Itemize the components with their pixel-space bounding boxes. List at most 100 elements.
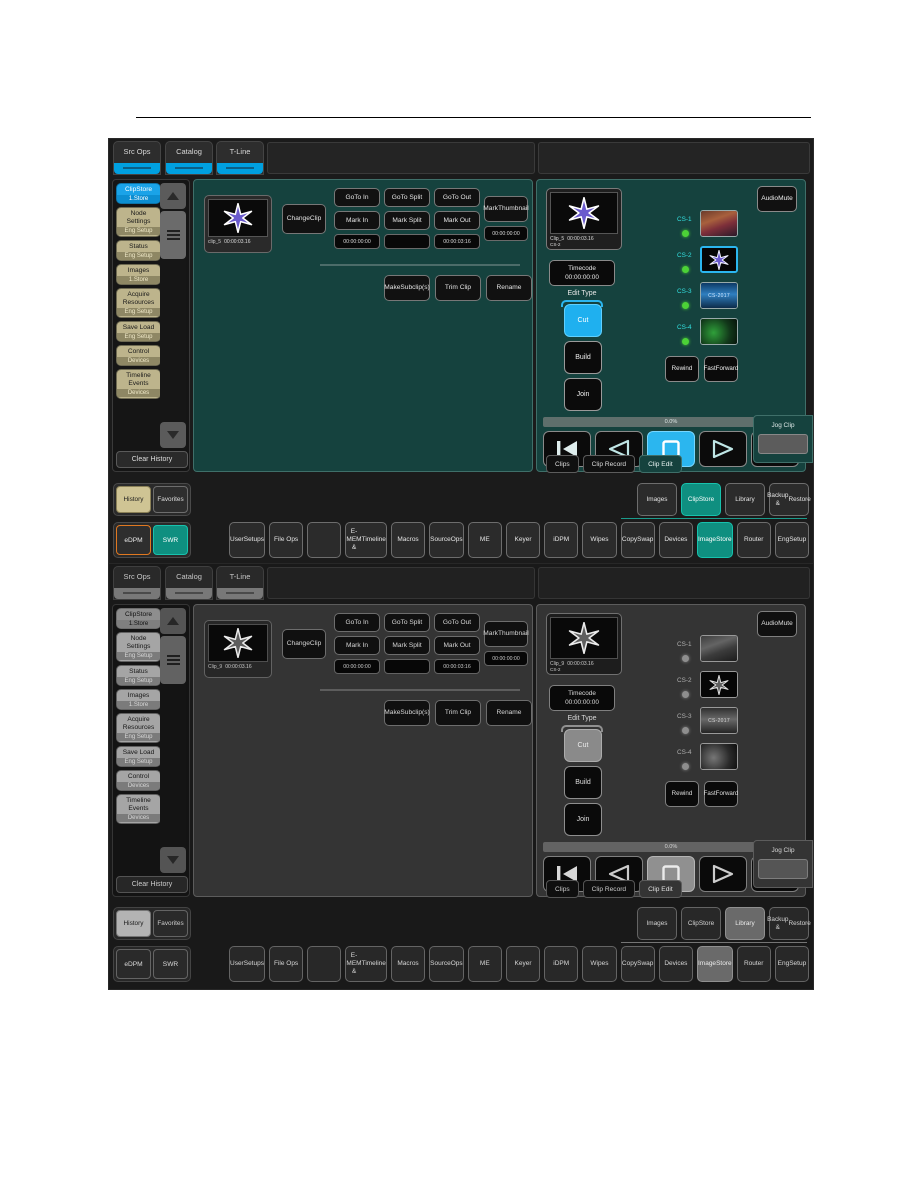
menu-copy-swap-button[interactable]: Copy Swap xyxy=(620,522,655,558)
mark-out-value-field[interactable]: 00:00:03:16 xyxy=(434,659,480,674)
menu-source-ops-button[interactable]: Source Ops xyxy=(429,522,464,558)
history-item-clipstore[interactable]: ClipStore 1.Store xyxy=(116,608,161,629)
mark-thumbnail-value-field[interactable]: 00:00:00:00 xyxy=(484,651,528,666)
history-item-save-load[interactable]: Save Load Eng Setup xyxy=(116,746,161,767)
scroll-up-arrow-icon[interactable] xyxy=(160,608,186,634)
channel-thumbnail-2[interactable] xyxy=(700,246,738,273)
timecode-display[interactable]: Timecode 00:00:00:00 xyxy=(549,685,615,711)
menu-me-button[interactable]: ME xyxy=(467,522,502,558)
sidebar-scrollbar[interactable] xyxy=(160,608,186,873)
history-item-control[interactable]: Control Devices xyxy=(116,770,161,791)
channel-thumbnail-3[interactable]: CS-2017 xyxy=(700,282,738,309)
fast-forward-button[interactable]: Fast Forward xyxy=(704,356,738,382)
change-clip-button[interactable]: Change Clip xyxy=(282,629,326,659)
menu-blank-button[interactable] xyxy=(307,946,342,982)
preview-clip-card[interactable]: Clip_5 00:00:03.16 CS-2 xyxy=(546,188,622,250)
menu-devices-button[interactable]: Devices xyxy=(658,946,693,982)
mark-in-value-field[interactable]: 00:00:00:00 xyxy=(334,659,380,674)
history-item-images[interactable]: Images 1.Store xyxy=(116,689,161,710)
edit-type-build-button[interactable]: Build xyxy=(564,766,602,799)
tab-src-ops[interactable]: Src Ops xyxy=(113,141,161,175)
menu-image-store-button[interactable]: Image Store xyxy=(696,522,733,558)
subtab-clips[interactable]: Clips xyxy=(546,880,579,898)
menu-devices-button[interactable]: Devices xyxy=(658,522,693,558)
channel-thumbnail-1[interactable] xyxy=(700,210,738,237)
goto-split-button[interactable]: GoTo Split xyxy=(384,613,430,632)
mark-in-button[interactable]: Mark In xyxy=(334,211,380,230)
channel-thumbnail-4[interactable] xyxy=(700,318,738,345)
history-item-acquire-resources[interactable]: Acquire Resources Eng Setup xyxy=(116,713,161,743)
scroll-thumb[interactable] xyxy=(160,636,186,684)
mark-thumbnail-button[interactable]: Mark Thumbnail xyxy=(483,621,529,647)
tab-blank-region-2[interactable] xyxy=(538,142,810,174)
mark-in-button[interactable]: Mark In xyxy=(334,636,380,655)
mark-split-button[interactable]: Mark Split xyxy=(384,636,430,655)
favorites-toggle-button[interactable]: Favorites xyxy=(153,486,188,513)
clip-card[interactable]: Clip_9 00:00:03.16 xyxy=(204,620,272,678)
menu-wipes-button[interactable]: Wipes xyxy=(582,946,617,982)
make-subclips-button[interactable]: Make Subclip(s) xyxy=(384,275,430,301)
menu-user-setups-button[interactable]: User Setups xyxy=(229,522,265,558)
mark-out-value-field[interactable]: 00:00:03:16 xyxy=(434,234,480,249)
rewind-button[interactable]: Rewind xyxy=(665,356,699,382)
menu-e-mem---timeline-button[interactable]: E-MEM & Timeline xyxy=(345,946,387,982)
channel-thumbnail-1[interactable] xyxy=(700,635,738,662)
group-clipstore-button[interactable]: ClipStore xyxy=(681,907,721,940)
trim-clip-button[interactable]: Trim Clip xyxy=(435,275,481,301)
tab-blank-region-2[interactable] xyxy=(538,567,810,599)
group-backup---restore-button[interactable]: Backup & Restore xyxy=(767,483,811,516)
subtab-clip-record[interactable]: Clip Record xyxy=(582,455,636,473)
mark-thumbnail-button[interactable]: Mark Thumbnail xyxy=(483,196,529,222)
mark-thumbnail-value-field[interactable]: 00:00:00:00 xyxy=(484,226,528,241)
menu-file-ops-button[interactable]: File Ops xyxy=(268,946,304,982)
mark-split-value-field[interactable] xyxy=(384,659,430,674)
menu-e-mem---timeline-button[interactable]: E-MEM & Timeline xyxy=(345,522,387,558)
audio-mute-button[interactable]: Audio Mute xyxy=(757,611,797,637)
history-item-status[interactable]: Status Eng Setup xyxy=(116,665,161,686)
history-toggle-button[interactable]: History xyxy=(116,910,151,937)
menu-macros-button[interactable]: Macros xyxy=(390,946,426,982)
scroll-down-arrow-icon[interactable] xyxy=(160,422,186,448)
goto-out-button[interactable]: GoTo Out xyxy=(434,613,480,632)
subtab-clip-edit[interactable]: Clip Edit xyxy=(639,880,682,898)
group-images-button[interactable]: Images xyxy=(637,483,677,516)
menu-image-store-button[interactable]: Image Store xyxy=(696,946,733,982)
mode-edpm-button[interactable]: eDPM xyxy=(116,525,151,555)
menu-source-ops-button[interactable]: Source Ops xyxy=(429,946,464,982)
menu-keyer-button[interactable]: Keyer xyxy=(505,522,541,558)
menu-file-ops-button[interactable]: File Ops xyxy=(268,522,304,558)
change-clip-button[interactable]: Change Clip xyxy=(282,204,326,234)
transport-play-button[interactable] xyxy=(699,431,747,467)
transport-play-button[interactable] xyxy=(699,856,747,892)
trim-clip-button[interactable]: Trim Clip xyxy=(435,700,481,726)
edit-type-cut-button[interactable]: Cut xyxy=(564,304,602,337)
menu-keyer-button[interactable]: Keyer xyxy=(505,946,541,982)
channel-thumbnail-2[interactable] xyxy=(700,671,738,698)
goto-split-button[interactable]: GoTo Split xyxy=(384,188,430,207)
menu-blank-button[interactable] xyxy=(307,522,342,558)
group-library-button[interactable]: Library xyxy=(725,907,765,940)
goto-out-button[interactable]: GoTo Out xyxy=(434,188,480,207)
history-item-timeline-events[interactable]: Timeline Events Devices xyxy=(116,369,161,399)
mark-in-value-field[interactable]: 00:00:00:00 xyxy=(334,234,380,249)
tab-blank-region-1[interactable] xyxy=(267,142,535,174)
mode-swr-button[interactable]: SWR xyxy=(153,949,188,979)
menu-router-button[interactable]: Router xyxy=(736,946,771,982)
menu-wipes-button[interactable]: Wipes xyxy=(582,522,617,558)
mark-split-value-field[interactable] xyxy=(384,234,430,249)
audio-mute-button[interactable]: Audio Mute xyxy=(757,186,797,212)
group-images-button[interactable]: Images xyxy=(637,907,677,940)
menu-eng-setup-button[interactable]: Eng Setup xyxy=(774,946,810,982)
tab-t-line[interactable]: T-Line xyxy=(216,141,264,175)
menu-user-setups-button[interactable]: User Setups xyxy=(229,946,265,982)
sidebar-scrollbar[interactable] xyxy=(160,183,186,448)
tab-src-ops[interactable]: Src Ops xyxy=(113,566,161,600)
edit-type-join-button[interactable]: Join xyxy=(564,803,602,836)
subtab-clips[interactable]: Clips xyxy=(546,455,579,473)
history-item-node-settings[interactable]: Node Settings Eng Setup xyxy=(116,632,161,662)
history-item-timeline-events[interactable]: Timeline Events Devices xyxy=(116,794,161,824)
scroll-thumb[interactable] xyxy=(160,211,186,259)
edit-type-build-button[interactable]: Build xyxy=(564,341,602,374)
scroll-down-arrow-icon[interactable] xyxy=(160,847,186,873)
rename-button[interactable]: Rename xyxy=(486,275,532,301)
